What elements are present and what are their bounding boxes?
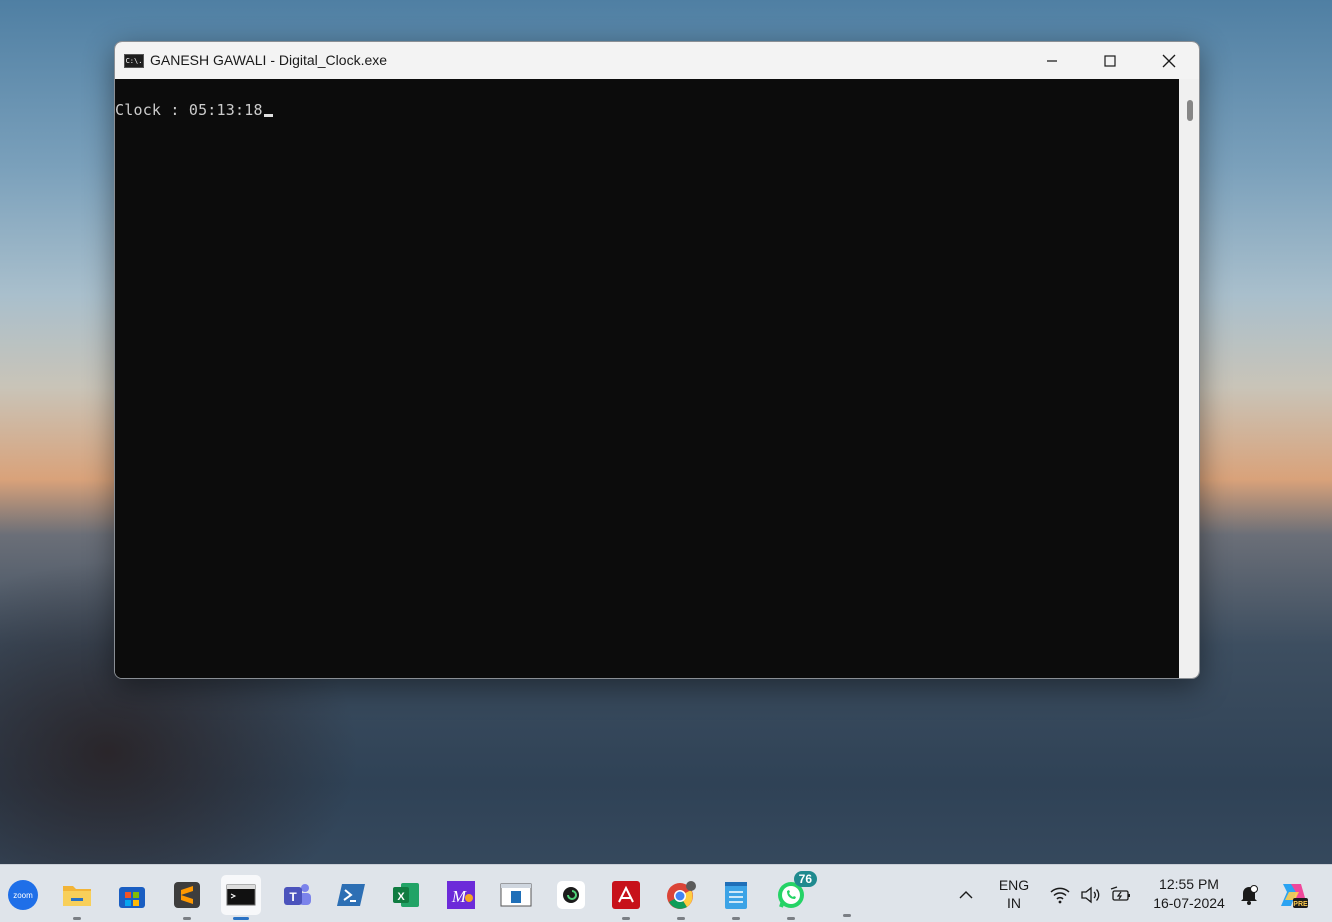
sublime-icon bbox=[174, 882, 200, 908]
taskbar-zoom[interactable]: zoom bbox=[3, 875, 43, 915]
acrobat-icon bbox=[612, 881, 640, 909]
notification-badge: 76 bbox=[793, 871, 817, 887]
chrome-icon bbox=[667, 881, 696, 909]
powershell-icon bbox=[337, 884, 365, 906]
zoom-icon: zoom bbox=[8, 880, 38, 910]
taskbar-notepad[interactable] bbox=[716, 875, 756, 920]
taskbar-overflow-indicator bbox=[843, 914, 851, 917]
folder-icon bbox=[63, 886, 91, 906]
show-hidden-icons-button[interactable] bbox=[955, 884, 977, 906]
taskbar-terminal[interactable] bbox=[221, 875, 261, 920]
console-output-area[interactable]: Clock : 05:13:18 bbox=[115, 79, 1179, 678]
volume-status[interactable] bbox=[1079, 884, 1103, 906]
scrollbar-thumb[interactable] bbox=[1187, 100, 1193, 121]
battery-status[interactable] bbox=[1109, 884, 1133, 906]
m2-app-icon: M bbox=[447, 881, 475, 909]
language-indicator[interactable]: ENG IN bbox=[994, 877, 1034, 911]
store-icon bbox=[119, 887, 145, 908]
close-button[interactable] bbox=[1140, 42, 1198, 79]
console-line: Clock : 05:13:18 bbox=[115, 101, 273, 119]
copilot-icon: PRE bbox=[1281, 884, 1308, 908]
taskbar: zoom T X M 76 ENG IN 12:55 PM 16-07-2024… bbox=[0, 864, 1332, 922]
taskbar-microsoft-store[interactable] bbox=[112, 875, 152, 915]
maximize-button[interactable] bbox=[1081, 42, 1139, 79]
clock-area[interactable]: 12:55 PM 16-07-2024 bbox=[1146, 876, 1232, 911]
running-indicator bbox=[73, 917, 81, 920]
app-6-icon bbox=[557, 881, 585, 909]
svg-text:zoom: zoom bbox=[13, 891, 33, 900]
running-indicator bbox=[732, 917, 740, 920]
running-indicator bbox=[183, 917, 191, 920]
chevron-up-icon bbox=[959, 891, 973, 899]
taskbar-time: 12:55 PM bbox=[1159, 876, 1219, 892]
excel-icon: X bbox=[393, 883, 419, 907]
close-icon bbox=[1162, 54, 1176, 67]
minimize-icon bbox=[1047, 59, 1057, 62]
region-code: IN bbox=[1007, 895, 1021, 911]
svg-text:M: M bbox=[451, 887, 467, 906]
wifi-icon bbox=[1050, 887, 1070, 904]
taskbar-whatsapp[interactable]: 76 bbox=[771, 871, 817, 920]
svg-text:X: X bbox=[397, 891, 405, 903]
taskbar-acrobat[interactable] bbox=[606, 875, 646, 920]
running-indicator bbox=[787, 917, 795, 920]
svg-text:T: T bbox=[289, 890, 297, 904]
notepad-icon bbox=[725, 882, 747, 909]
taskbar-excel[interactable]: X bbox=[386, 875, 426, 915]
console-app-icon: C:\. bbox=[124, 54, 144, 68]
running-indicator bbox=[622, 917, 630, 920]
window-titlebar[interactable]: C:\. GANESH GAWALI - Digital_Clock.exe bbox=[115, 42, 1199, 79]
console-icon bbox=[226, 884, 256, 906]
window-app-icon bbox=[500, 883, 532, 907]
window-title: GANESH GAWALI - Digital_Clock.exe bbox=[150, 52, 388, 68]
wifi-status[interactable] bbox=[1048, 884, 1072, 906]
teams-icon: T bbox=[284, 884, 311, 905]
notification-button[interactable] bbox=[1237, 883, 1261, 907]
minimize-button[interactable] bbox=[1023, 42, 1081, 79]
taskbar-app-6[interactable] bbox=[551, 875, 591, 915]
clock-output: Clock : 05:13:18 bbox=[115, 101, 263, 119]
maximize-icon bbox=[1104, 54, 1116, 67]
taskbar-teams[interactable]: T bbox=[277, 875, 317, 915]
battery-charging-icon bbox=[1110, 886, 1130, 901]
taskbar-sublime-text[interactable] bbox=[167, 875, 207, 920]
running-indicator bbox=[677, 917, 685, 920]
console-window[interactable]: C:\. GANESH GAWALI - Digital_Clock.exe C… bbox=[114, 41, 1200, 679]
language-code: ENG bbox=[998, 877, 1030, 893]
vertical-scrollbar[interactable] bbox=[1179, 79, 1199, 678]
taskbar-date: 16-07-2024 bbox=[1153, 895, 1225, 911]
notification-bell-icon bbox=[1241, 885, 1258, 905]
taskbar-file-explorer[interactable] bbox=[57, 875, 97, 920]
active-indicator bbox=[233, 917, 249, 920]
taskbar-chrome[interactable] bbox=[661, 875, 701, 920]
taskbar-window-app[interactable] bbox=[496, 875, 536, 915]
taskbar-m2-app[interactable]: M bbox=[441, 875, 481, 915]
svg-text:PRE: PRE bbox=[1293, 901, 1308, 908]
taskbar-powershell[interactable] bbox=[331, 875, 371, 915]
text-cursor bbox=[263, 114, 273, 117]
volume-icon bbox=[1081, 886, 1100, 904]
copilot-button[interactable]: PRE bbox=[1276, 879, 1310, 911]
